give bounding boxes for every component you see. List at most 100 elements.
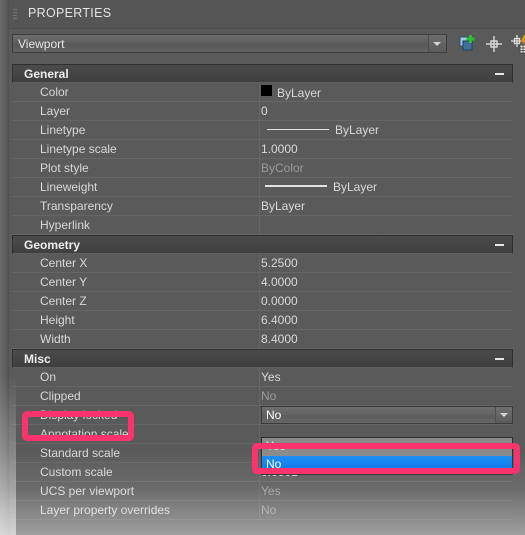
- display-locked-value-combo[interactable]: No: [261, 406, 513, 424]
- drag-grip-icon[interactable]: [13, 8, 17, 20]
- property-row[interactable]: Color ByLayer: [12, 83, 513, 102]
- section-title: Geometry: [24, 238, 81, 252]
- property-value-text: No: [261, 503, 277, 517]
- property-label: Clipped: [40, 389, 81, 403]
- property-label: Plot style: [40, 161, 89, 175]
- minus-icon[interactable]: [495, 358, 504, 360]
- property-value-text: ByColor: [261, 161, 304, 175]
- property-value[interactable]: ByColor: [261, 161, 304, 175]
- property-row[interactable]: Center X 5.2500: [12, 254, 513, 273]
- panel-titlebar: PROPERTIES: [9, 0, 525, 29]
- property-value-text: 6.4000: [261, 313, 298, 327]
- property-row[interactable]: Transparency ByLayer: [12, 197, 513, 216]
- quick-select-filter-button[interactable]: [509, 33, 525, 55]
- dropdown-option[interactable]: Yes: [262, 438, 512, 456]
- property-label-cell: Custom scale: [12, 463, 260, 481]
- section-header-misc[interactable]: Misc: [12, 349, 513, 368]
- property-value-text: ByLayer: [277, 86, 322, 100]
- property-value[interactable]: 8.4000: [261, 332, 298, 346]
- property-value-text: 0.0000: [261, 294, 298, 308]
- property-row[interactable]: Linetype ByLayer: [12, 121, 513, 140]
- minus-icon[interactable]: [495, 73, 504, 75]
- property-label-cell: Layer: [12, 102, 260, 120]
- property-value[interactable]: 0: [261, 104, 268, 118]
- lineweight-preview-icon: [265, 185, 327, 187]
- property-label-cell: Hyperlink: [12, 216, 260, 234]
- property-label-cell: Standard scale: [12, 444, 260, 462]
- minus-icon[interactable]: [495, 244, 504, 246]
- property-row[interactable]: Linetype scale 1.0000: [12, 140, 513, 159]
- property-label: Hyperlink: [40, 218, 91, 232]
- property-row[interactable]: On Yes: [12, 368, 513, 387]
- property-row[interactable]: Layer 0: [12, 102, 513, 121]
- section-header-general[interactable]: General: [12, 64, 513, 83]
- property-row[interactable]: UCS per viewport Yes: [12, 482, 513, 501]
- property-value[interactable]: Yes: [261, 370, 281, 384]
- property-value[interactable]: ByLayer: [261, 180, 377, 194]
- property-value-text: 4.0000: [261, 275, 298, 289]
- property-label-cell: Layer property overrides: [12, 501, 260, 519]
- property-value-text: No: [261, 389, 277, 403]
- property-label-cell: Height: [12, 311, 260, 329]
- property-value[interactable]: 0.0000: [261, 294, 298, 308]
- object-type-value: Viewport: [18, 37, 65, 51]
- section-title: Misc: [24, 352, 51, 366]
- dropdown-option[interactable]: No: [262, 456, 512, 474]
- property-value-text: 1.0000: [261, 142, 298, 156]
- property-row[interactable]: Display locked No: [12, 406, 513, 425]
- property-row[interactable]: Plot style ByColor: [12, 159, 513, 178]
- property-value[interactable]: ByLayer: [261, 85, 321, 100]
- chevron-down-icon[interactable]: [495, 407, 512, 423]
- property-row[interactable]: Lineweight ByLayer: [12, 178, 513, 197]
- color-swatch-icon: [261, 85, 272, 96]
- property-label: Transparency: [40, 199, 113, 213]
- property-label: Linetype: [40, 123, 86, 137]
- quick-select-button[interactable]: [456, 33, 478, 55]
- crosshair-pick-icon: [486, 36, 502, 52]
- property-label: On: [40, 370, 57, 384]
- property-row[interactable]: Layer property overrides No: [12, 501, 513, 520]
- property-value-text: ByLayer: [333, 180, 378, 194]
- property-label: Linetype scale: [40, 142, 117, 156]
- properties-panel: PROPERTIES Viewport General Color ByLaye…: [0, 0, 525, 535]
- property-label-cell: Plot style: [12, 159, 260, 177]
- property-value[interactable]: 6.4000: [261, 313, 298, 327]
- property-label-cell: Clipped: [12, 387, 260, 405]
- property-value[interactable]: No: [261, 389, 276, 403]
- property-label-cell: On: [12, 368, 260, 386]
- property-label-cell: Transparency: [12, 197, 260, 215]
- select-objects-button[interactable]: [483, 33, 505, 55]
- property-label-cell: Lineweight: [12, 178, 260, 196]
- property-label: Center X: [40, 256, 88, 270]
- object-type-combo[interactable]: Viewport: [12, 34, 447, 53]
- property-label: Standard scale: [40, 446, 121, 460]
- property-row[interactable]: Center Y 4.0000: [12, 273, 513, 292]
- chevron-down-icon[interactable]: [428, 35, 446, 52]
- property-value[interactable]: ByLayer: [261, 123, 379, 137]
- property-row[interactable]: Clipped No: [12, 387, 513, 406]
- property-row[interactable]: Center Z 0.0000: [12, 292, 513, 311]
- panel-title: PROPERTIES: [28, 6, 112, 20]
- property-value[interactable]: 4.0000: [261, 275, 298, 289]
- property-value-text: 8.4000: [261, 332, 298, 346]
- property-row[interactable]: Hyperlink: [12, 216, 513, 235]
- properties-toolbar: Viewport: [9, 28, 525, 58]
- property-value[interactable]: Yes: [261, 484, 281, 498]
- property-value[interactable]: No: [261, 503, 276, 517]
- property-label-cell: Color: [12, 83, 260, 101]
- property-value[interactable]: 1.0000: [261, 142, 298, 156]
- display-locked-dropdown-list[interactable]: Yes No: [261, 437, 513, 475]
- property-label-cell: Display locked: [12, 406, 260, 424]
- crosshair-lightning-table-icon: [511, 34, 525, 54]
- property-label-cell: Annotation scale: [12, 425, 260, 443]
- property-label: Display locked: [40, 408, 118, 422]
- property-value-text: ByLayer: [261, 199, 306, 213]
- property-value[interactable]: ByLayer: [261, 199, 305, 213]
- property-row[interactable]: Height 6.4000: [12, 311, 513, 330]
- property-value[interactable]: 5.2500: [261, 256, 298, 270]
- property-row[interactable]: Width 8.4000: [12, 330, 513, 349]
- section-title: General: [24, 67, 69, 81]
- section-header-geometry[interactable]: Geometry: [12, 235, 513, 254]
- property-label-cell: Width: [12, 330, 260, 348]
- property-label: Center Z: [40, 294, 87, 308]
